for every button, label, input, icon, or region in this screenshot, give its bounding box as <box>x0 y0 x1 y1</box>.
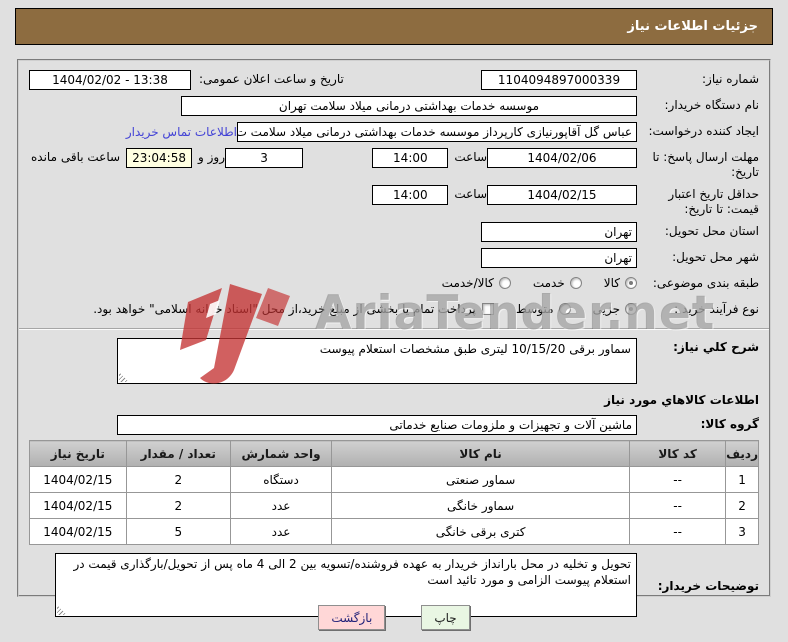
radio-minor-label: جزیی <box>592 302 620 316</box>
col-code-header: کد کالا <box>629 440 727 467</box>
tender-detail-page: جزئیات اطلاعات نیاز شماره نیاز: 11040948… <box>0 0 788 642</box>
table-cell: -- <box>629 492 727 519</box>
validity-time[interactable]: 14:00 <box>372 185 449 205</box>
announce-value[interactable]: 1404/02/02 - 13:38 <box>29 70 191 90</box>
validity-hour-label: ساعت <box>454 187 487 201</box>
table-cell: 1404/02/15 <box>29 518 127 545</box>
countdown-timer: 23:04:58 <box>126 148 193 168</box>
row-goods-group: گروه کالا: ماشین آلات و تجهیزات و ملزوما… <box>29 415 759 436</box>
table-row: 3 -- کتری برقی خانگی عدد 5 1404/02/15 <box>29 518 759 545</box>
buyer-name-label: نام دستگاه خریدار: <box>664 98 760 112</box>
section-divider <box>19 328 769 330</box>
radio-medium[interactable] <box>558 303 571 315</box>
radio-medium-label: متوسط <box>515 302 554 316</box>
buyer-name-value[interactable]: موسسه خدمات بهداشتی درمانی میلاد سلامت ت… <box>181 96 637 116</box>
treasury-checkbox-label: پرداخت تمام یا بخشی از مبلغ خرید،از محل … <box>93 302 476 316</box>
deadline-time[interactable]: 14:00 <box>372 148 449 168</box>
buyer-contact-link[interactable]: اطلاعات تماس خریدار <box>126 122 237 139</box>
row-deadline: مهلت ارسال پاسخ: تا تاریخ: 1404/02/06 سا… <box>29 148 759 180</box>
classification-label: طبقه بندی موضوعی: <box>652 276 759 290</box>
city-value[interactable]: تهران <box>481 248 637 268</box>
resize-grip-icon[interactable] <box>119 372 129 382</box>
table-row: 2 -- سماور خانگی عدد 2 1404/02/15 <box>29 492 759 519</box>
table-cell: -- <box>629 518 727 545</box>
need-number-label: شماره نیاز: <box>702 72 759 86</box>
table-header-row: ردیف کد کالا نام کالا واحد شمارش تعداد /… <box>29 440 759 467</box>
buyer-notes-label: توضیحات خریدار: <box>657 579 759 593</box>
table-cell: عدد <box>229 492 333 519</box>
main-panel: شماره نیاز: 1104094897000339 تاریخ و ساع… <box>17 59 771 617</box>
announce-label: تاریخ و ساعت اعلان عمومی: <box>199 72 344 86</box>
table-row: 1 -- سماور صنعتی دستگاه 2 1404/02/15 <box>29 466 759 493</box>
remaining-hours-label: ساعت باقی مانده <box>31 150 121 164</box>
remaining-days: 3 <box>225 148 304 168</box>
row-buyer-name: نام دستگاه خریدار: موسسه خدمات بهداشتی د… <box>29 96 759 117</box>
radio-goods-label: کالا <box>603 276 620 290</box>
row-creator: ایجاد کننده درخواست: عباس گل آقاپورنیازی… <box>29 122 759 143</box>
button-row: چاپ بازگشت <box>0 605 788 630</box>
goods-table: ردیف کد کالا نام کالا واحد شمارش تعداد /… <box>29 440 759 545</box>
province-label: استان محل تحویل: <box>664 224 759 238</box>
row-description: شرح کلي نیاز: سماور برقی 10/15/20 لیتری … <box>29 338 759 384</box>
col-name-header: نام کالا <box>331 440 631 467</box>
back-button[interactable]: بازگشت <box>318 605 386 630</box>
table-cell: 2 <box>125 492 231 519</box>
process-label: نوع فرآیند خرید : <box>674 302 759 316</box>
radio-service-label: خدمت <box>532 276 565 290</box>
page-title: جزئیات اطلاعات نیاز <box>15 8 773 45</box>
radio-service[interactable] <box>569 277 582 289</box>
goods-section-title: اطلاعات کالاهاي مورد نیاز <box>604 393 759 407</box>
table-cell: 5 <box>125 518 231 545</box>
validity-label: حداقل تاریخ اعتبار قیمت: تا تاریخ: <box>668 187 759 216</box>
table-cell: 1 <box>725 466 759 493</box>
table-cell: 2 <box>725 492 759 519</box>
table-cell: 2 <box>125 466 231 493</box>
table-cell: سماور صنعتی <box>331 466 631 493</box>
creator-label: ایجاد کننده درخواست: <box>648 124 759 138</box>
radio-goods-service-label: کالا/خدمت <box>441 276 494 290</box>
city-label: شهر محل تحویل: <box>672 250 759 264</box>
col-unit-header: واحد شمارش <box>229 440 333 467</box>
table-cell: عدد <box>229 518 333 545</box>
need-number-value[interactable]: 1104094897000339 <box>481 70 637 90</box>
description-textarea[interactable]: سماور برقی 10/15/20 لیتری طبق مشخصات است… <box>117 338 637 384</box>
radio-minor[interactable] <box>625 303 637 315</box>
row-city: شهر محل تحویل: تهران <box>29 248 759 269</box>
table-cell: -- <box>629 466 727 493</box>
remaining-days-label: روز و <box>198 150 226 164</box>
goods-group-value[interactable]: ماشین آلات و تجهیزات و ملزومات صنایع خدم… <box>117 415 637 435</box>
radio-goods-service[interactable] <box>498 277 511 289</box>
validity-date[interactable]: 1404/02/15 <box>487 185 637 205</box>
description-label: شرح کلي نیاز: <box>673 340 759 354</box>
province-value[interactable]: تهران <box>481 222 637 242</box>
table-cell: 1404/02/15 <box>29 466 127 493</box>
row-need-number: شماره نیاز: 1104094897000339 تاریخ و ساع… <box>29 70 759 91</box>
col-date-header: تاریخ نیاز <box>29 440 127 467</box>
description-text: سماور برقی 10/15/20 لیتری طبق مشخصات است… <box>319 342 631 356</box>
row-province: استان محل تحویل: تهران <box>29 222 759 243</box>
treasury-checkbox[interactable] <box>481 303 494 315</box>
table-cell: دستگاه <box>229 466 333 493</box>
goods-group-label: گروه کالا: <box>700 417 759 431</box>
col-row-header: ردیف <box>725 440 759 467</box>
creator-value[interactable]: عباس گل آقاپورنیازی کارپرداز موسسه خدمات… <box>237 122 637 142</box>
radio-goods[interactable] <box>625 277 637 289</box>
table-cell: 3 <box>725 518 759 545</box>
table-cell: سماور خانگی <box>331 492 631 519</box>
buyer-notes-text: تحویل و تخلیه در محل بارانداز خریدار به … <box>73 557 631 587</box>
row-process: نوع فرآیند خرید : جزیی متوسط پرداخت تمام… <box>29 300 759 321</box>
deadline-date[interactable]: 1404/02/06 <box>487 148 637 168</box>
row-validity: حداقل تاریخ اعتبار قیمت: تا تاریخ: 1404/… <box>29 185 759 217</box>
print-button[interactable]: چاپ <box>421 605 470 630</box>
goods-table-body: 1 -- سماور صنعتی دستگاه 2 1404/02/15 2 -- سماور … <box>29 466 759 545</box>
row-classification: طبقه بندی موضوعی: کالا خدمت کالا/خدمت <box>29 274 759 295</box>
deadline-label: مهلت ارسال پاسخ: تا تاریخ: <box>652 150 759 179</box>
col-qty-header: تعداد / مقدار <box>125 440 231 467</box>
deadline-hour-label: ساعت <box>454 150 487 164</box>
table-cell: کتری برقی خانگی <box>331 518 631 545</box>
table-cell: 1404/02/15 <box>29 492 127 519</box>
